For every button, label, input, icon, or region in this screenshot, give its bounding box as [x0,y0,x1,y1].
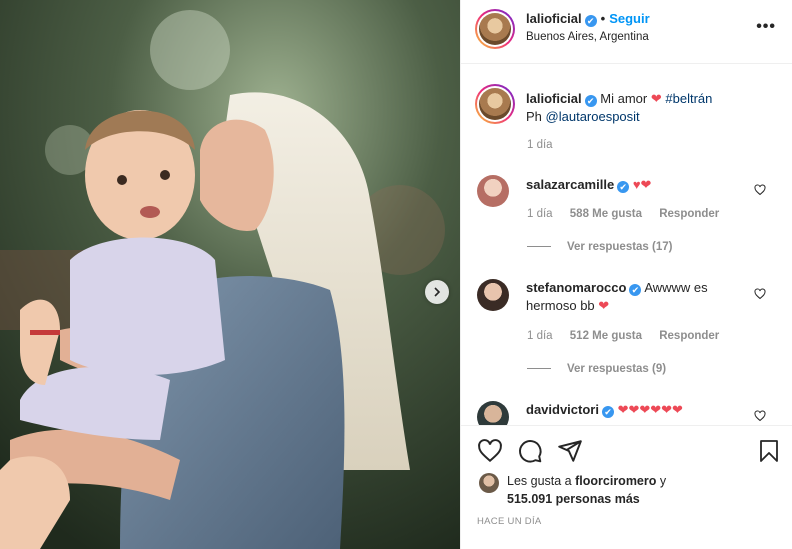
comment-icon[interactable] [517,438,543,464]
liker-avatar[interactable] [479,473,499,493]
caption-mention[interactable]: @lautaroesposit [546,109,640,124]
comment-time[interactable]: 1 día [527,208,553,220]
heart-emoji: ❤ [598,298,610,313]
caption-time[interactable]: 1 día [527,139,553,151]
comment-meta: 1 día 588 Me gusta Responder [527,208,719,220]
caption-message: Mi amor [600,91,648,106]
comment-likes[interactable]: 588 Me gusta [570,208,642,220]
photo-image [0,0,460,549]
liker-username[interactable]: floorciromero [575,474,656,488]
caption-username[interactable]: lalioficial [526,91,582,106]
heart-emoji: ❤ [650,91,662,106]
verified-icon: ✔ [601,406,614,418]
likes-summary: Les gusta a floorciromero y 515.091 pers… [507,472,666,508]
comment-meta: 1 día 512 Me gusta Responder [527,330,719,342]
follow-button[interactable]: Seguir [609,11,649,26]
like-comment-heart-icon[interactable] [754,184,766,196]
post-side-panel: lalioficial ✔ • Seguir Buenos Aires, Argent… [460,0,792,549]
view-replies-button[interactable]: Ver respuestas (9) [527,363,666,375]
post-timestamp[interactable]: HACE UN DÍA [477,516,542,527]
caption-text: lalioficial ✔ Mi amor ❤ #beltrán Ph @laut… [526,90,776,126]
comment-time[interactable]: 1 día [527,330,553,342]
post-header: lalioficial ✔ • Seguir Buenos Aires, Argent… [461,0,792,64]
likes-count[interactable]: 515.091 personas más [507,492,640,506]
comment-username[interactable]: salazarcamille [526,177,614,192]
caption-hashtag[interactable]: #beltrán [665,91,712,106]
verified-icon: ✔ [584,15,597,27]
author-username[interactable]: lalioficial [526,11,582,26]
comment-message: ♥❤ [632,177,652,192]
verified-icon: ✔ [584,95,597,107]
comment-text: stefanomarocco ✔ Awwww es hermoso bb ❤ [526,279,746,315]
comment-avatar[interactable] [477,279,509,311]
comment-likes[interactable]: 512 Me gusta [570,330,642,342]
comment-username[interactable]: davidvictori [526,402,599,417]
verified-icon: ✔ [629,284,642,296]
heart-icon[interactable] [477,438,503,464]
comment-message-line2: hermoso bb [526,298,595,313]
post-photo[interactable] [0,0,460,549]
comment-message-line1: Awwww es [644,280,708,295]
next-arrow-icon[interactable] [425,280,449,304]
comment-text: davidvictori ✔ ❤❤❤❤❤❤ [526,401,756,419]
comment-message: ❤❤❤❤❤❤ [617,402,683,417]
location-link[interactable]: Buenos Aires, Argentina [526,31,649,43]
reply-button[interactable]: Responder [659,330,719,342]
caption-credit-prefix: Ph [526,109,542,124]
likes-prefix: Les gusta a [507,474,572,488]
share-icon[interactable] [557,438,583,464]
caption-avatar[interactable] [475,84,515,124]
like-comment-heart-icon[interactable] [754,410,766,422]
like-comment-heart-icon[interactable] [754,288,766,300]
post-actions: Les gusta a floorciromero y 515.091 pers… [461,425,792,549]
comment-username[interactable]: stefanomarocco [526,280,626,295]
bookmark-icon[interactable] [757,438,781,464]
comment-text: salazarcamille ✔ ♥❤ [526,176,746,194]
comment-avatar[interactable] [477,401,509,425]
more-options-icon[interactable]: ••• [756,18,776,36]
reply-button[interactable]: Responder [659,208,719,220]
comment-avatar[interactable] [477,175,509,207]
comments-section[interactable]: lalioficial ✔ Mi amor ❤ #beltrán Ph @laut… [461,65,792,425]
author-line: lalioficial ✔ • Seguir [526,11,650,27]
separator-dot: • [600,11,606,26]
author-avatar[interactable] [475,9,515,49]
verified-icon: ✔ [617,181,630,193]
view-replies-button[interactable]: Ver respuestas (17) [527,241,672,253]
likes-conjunction: y [659,474,667,488]
